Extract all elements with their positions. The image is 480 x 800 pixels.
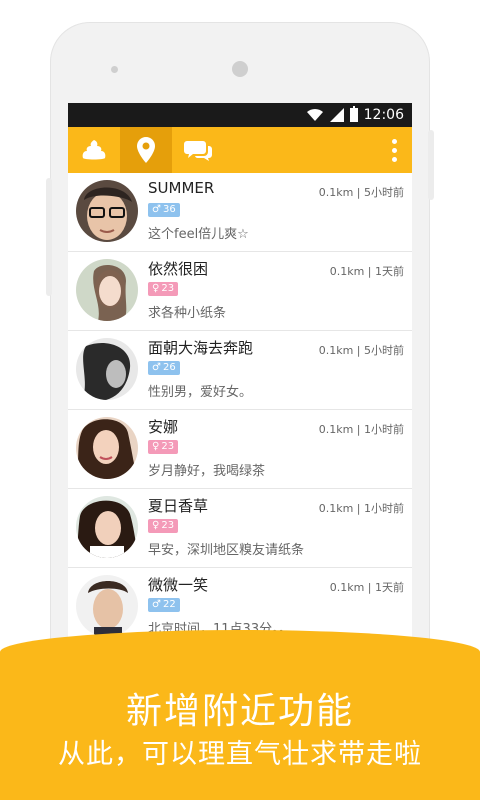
- user-name: 安娜: [148, 418, 179, 436]
- location-pin-icon: [137, 137, 155, 163]
- female-icon: ♀: [152, 283, 160, 294]
- chat-bubbles-icon: [184, 141, 212, 161]
- gender-age-badge: ♂ 36: [148, 203, 180, 217]
- distance-time: 0.1km | 1小时前: [318, 423, 404, 436]
- female-icon: ♀: [152, 520, 160, 531]
- list-item[interactable]: 夏日香草 0.1km | 1小时前 ♀ 23 早安，深圳地区糗友请纸条: [68, 489, 412, 568]
- tab-messages[interactable]: [172, 127, 224, 173]
- status-time: 12:06: [363, 107, 404, 123]
- age: 23: [161, 441, 175, 452]
- distance-time: 0.1km | 1天前: [329, 265, 404, 278]
- app-screen: 12:06 SUMMER 0.1km | 5小时前 ♂ 36 这个feel倍儿爽…: [68, 103, 412, 663]
- user-name: 微微一笑: [148, 576, 209, 594]
- status-bar: 12:06: [68, 103, 412, 127]
- age: 23: [161, 283, 175, 294]
- phone-volume-button: [46, 178, 52, 296]
- phone-power-button: [428, 130, 434, 200]
- user-signature: 岁月静好，我喝绿茶: [148, 464, 266, 479]
- banner-subtitle: 从此，可以理直气壮求带走啦: [58, 739, 422, 770]
- gender-age-badge: ♀ 23: [148, 519, 179, 533]
- list-item[interactable]: 依然很困 0.1km | 1天前 ♀ 23 求各种小纸条: [68, 252, 412, 331]
- gender-age-badge: ♀ 23: [148, 282, 179, 296]
- avatar: [76, 575, 138, 637]
- signal-icon: [329, 108, 344, 122]
- list-item[interactable]: SUMMER 0.1km | 5小时前 ♂ 36 这个feel倍儿爽☆: [68, 173, 412, 252]
- age: 26: [162, 362, 176, 373]
- distance-time: 0.1km | 1小时前: [318, 502, 404, 515]
- user-name: SUMMER: [148, 179, 215, 197]
- distance-time: 0.1km | 1天前: [329, 581, 404, 594]
- user-signature: 性别男，爱好女。: [148, 385, 253, 400]
- list-item[interactable]: 面朝大海去奔跑 0.1km | 5小时前 ♂ 26 性别男，爱好女。: [68, 331, 412, 410]
- female-icon: ♀: [152, 441, 160, 452]
- age: 22: [162, 599, 176, 610]
- male-icon: ♂: [152, 204, 161, 215]
- gender-age-badge: ♀ 23: [148, 440, 179, 454]
- tab-nearby[interactable]: [120, 127, 172, 173]
- battery-icon: [349, 106, 358, 122]
- user-name: 夏日香草: [148, 497, 209, 515]
- distance-time: 0.1km | 5小时前: [318, 186, 404, 199]
- gender-age-badge: ♂ 26: [148, 361, 180, 375]
- male-icon: ♂: [152, 362, 161, 373]
- user-signature: 求各种小纸条: [148, 306, 227, 321]
- gender-age-badge: ♂ 22: [148, 598, 180, 612]
- user-signature: 早安，深圳地区糗友请纸条: [148, 543, 305, 558]
- nearby-user-list: SUMMER 0.1km | 5小时前 ♂ 36 这个feel倍儿爽☆ 依然很困…: [68, 173, 412, 647]
- action-bar: [68, 127, 412, 173]
- user-name: 依然很困: [148, 260, 209, 278]
- age: 36: [162, 204, 176, 215]
- phone-sensor: [111, 66, 118, 73]
- phone-camera: [232, 61, 248, 77]
- tab-posts[interactable]: [68, 127, 120, 173]
- user-signature: 这个feel倍儿爽☆: [148, 227, 249, 242]
- user-name: 面朝大海去奔跑: [148, 339, 254, 357]
- promo-banner: 新增附近功能 从此，可以理直气壮求带走啦: [0, 630, 480, 800]
- avatar: [76, 259, 138, 321]
- wifi-icon: [306, 108, 323, 121]
- avatar: [76, 496, 138, 558]
- age: 23: [161, 520, 175, 531]
- avatar: [76, 338, 138, 400]
- banner-title: 新增附近功能: [125, 691, 354, 732]
- list-item[interactable]: 安娜 0.1km | 1小时前 ♀ 23 岁月静好，我喝绿茶: [68, 410, 412, 489]
- poop-icon: [82, 140, 106, 160]
- avatar: [76, 417, 138, 479]
- distance-time: 0.1km | 5小时前: [318, 344, 404, 357]
- avatar: [76, 180, 138, 242]
- male-icon: ♂: [152, 599, 161, 610]
- overflow-menu-icon[interactable]: [392, 139, 398, 162]
